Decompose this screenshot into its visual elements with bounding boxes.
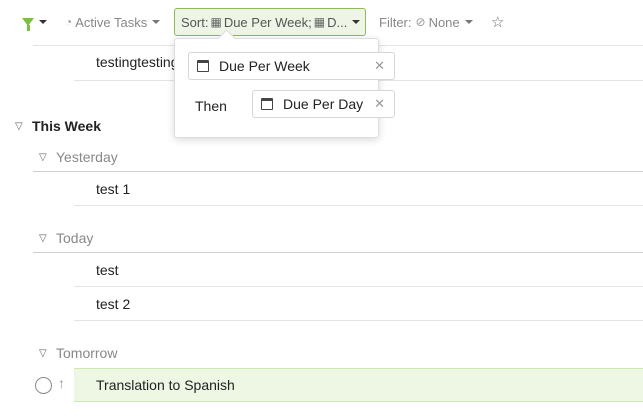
group-title-today[interactable]: Today	[56, 230, 93, 246]
list-item[interactable]: test 2	[96, 296, 130, 312]
section-title-this-week[interactable]: This Week	[32, 118, 101, 134]
arrow-up-icon[interactable]: ↑	[58, 375, 65, 391]
calendar-icon	[261, 98, 273, 110]
active-tasks-button[interactable]: ◔ Active Tasks	[65, 8, 161, 36]
calendar-icon: ▦	[210, 15, 222, 29]
chevron-down-icon	[352, 20, 361, 24]
chevron-down-icon[interactable]: ▽	[15, 121, 23, 132]
sort-prefix: Sort:	[181, 14, 209, 30]
active-tasks-label: Active Tasks	[75, 14, 148, 30]
star-icon: ☆	[491, 14, 505, 31]
sort-first-label: Due Per Week;	[223, 14, 312, 30]
chevron-down-icon	[39, 20, 47, 24]
divider	[74, 205, 643, 206]
chevron-down-icon[interactable]: ▽	[39, 152, 47, 163]
divider	[74, 320, 643, 321]
sort-rule-first[interactable]: Due Per Week ✕	[188, 52, 395, 80]
group-title-yesterday[interactable]: Yesterday	[56, 149, 118, 165]
list-item[interactable]: test	[96, 262, 119, 278]
group-title-tomorrow[interactable]: Tomorrow	[56, 345, 117, 361]
close-icon[interactable]: ✕	[374, 96, 385, 112]
list-item[interactable]: testingtesting	[96, 54, 179, 70]
calendar-icon	[197, 60, 209, 72]
sort-rule-second[interactable]: Due Per Day ✕	[252, 90, 395, 118]
circle-icon[interactable]	[35, 377, 52, 394]
close-icon[interactable]: ✕	[374, 58, 385, 74]
sort-rule-second-label: Due Per Day	[283, 96, 364, 112]
list-item[interactable]: Translation to Spanish	[96, 377, 235, 393]
calendar-icon: ▦	[313, 15, 326, 29]
star-button[interactable]: ☆	[491, 8, 504, 36]
divider	[33, 252, 643, 253]
filter-menu-button[interactable]	[22, 8, 47, 36]
filter-button[interactable]: Filter: ⊘ None	[379, 8, 473, 36]
filter-value: None	[428, 14, 460, 30]
then-label: Then	[195, 98, 227, 114]
circle-slash-icon: ⊘	[415, 15, 426, 29]
sort-rule-first-label: Due Per Week	[219, 58, 310, 74]
chevron-down-icon[interactable]: ▽	[39, 233, 47, 244]
divider	[33, 171, 643, 172]
list-item[interactable]: test 1	[96, 181, 130, 197]
chevron-down-icon	[464, 20, 473, 24]
divider	[74, 286, 643, 287]
chevron-down-icon[interactable]: ▽	[39, 348, 47, 359]
sort-second-label: D...	[327, 14, 348, 30]
filter-prefix: Filter:	[379, 14, 412, 30]
sort-button[interactable]: Sort: ▦ Due Per Week; ▦ D...	[174, 8, 366, 36]
half-circle-icon: ◔	[65, 15, 73, 29]
sort-popover: Due Per Week ✕ Then Due Per Day ✕	[174, 38, 395, 138]
funnel-icon	[22, 18, 34, 31]
chevron-down-icon	[152, 20, 161, 24]
